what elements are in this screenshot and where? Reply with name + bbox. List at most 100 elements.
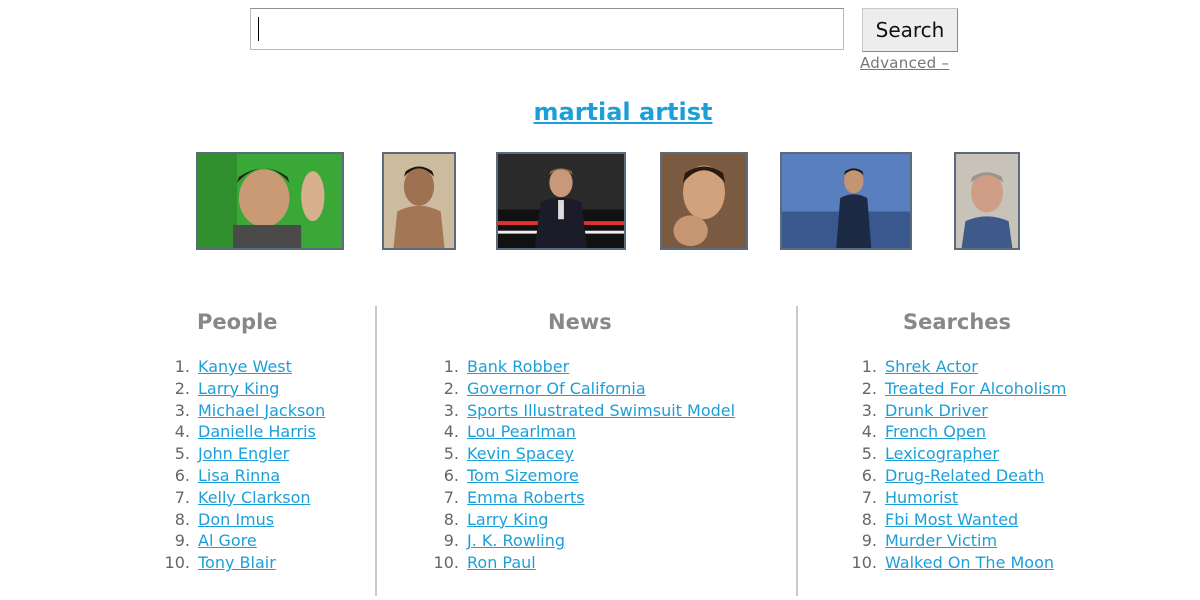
searches-heading: Searches — [903, 310, 1012, 334]
list-number: 8. — [861, 509, 877, 529]
list-number: 10. — [433, 553, 459, 573]
news-link[interactable]: Ron Paul — [467, 553, 536, 572]
list-number: 1. — [861, 357, 877, 376]
list-item: 6. Lisa Rinna — [156, 465, 325, 487]
list-item: 1. Kanye West — [156, 356, 325, 378]
person-thumbnail-4[interactable] — [660, 152, 748, 250]
people-link[interactable]: Larry King — [198, 379, 279, 398]
searches-link[interactable]: Humorist — [885, 488, 958, 507]
person-thumbnail-1[interactable] — [196, 152, 344, 250]
person-thumbnail-3[interactable] — [496, 152, 626, 250]
news-link[interactable]: Bank Robber — [467, 357, 569, 376]
people-link[interactable]: Tony Blair — [198, 553, 276, 572]
list-item: 2. Larry King — [156, 378, 325, 400]
list-number: 3. — [443, 400, 459, 420]
people-link[interactable]: John Engler — [198, 444, 289, 463]
list-item: 7. Kelly Clarkson — [156, 487, 325, 509]
column-divider — [796, 306, 798, 596]
searches-link[interactable]: Shrek Actor — [885, 357, 978, 376]
list-number: 5. — [861, 444, 877, 464]
people-link[interactable]: Don Imus — [198, 510, 274, 529]
news-link[interactable]: Kevin Spacey — [467, 444, 574, 463]
searches-link[interactable]: Drug-Related Death — [885, 466, 1044, 485]
list-number: 7. — [174, 487, 190, 507]
list-number: 2. — [174, 378, 190, 398]
list-number: 10. — [164, 553, 190, 573]
column-divider — [375, 306, 377, 596]
list-item: 7. Humorist — [843, 487, 1066, 509]
list-item: 8. Fbi Most Wanted — [843, 509, 1066, 531]
people-link[interactable]: Lisa Rinna — [198, 466, 280, 485]
person-photo-image — [384, 154, 454, 248]
news-list: 1. Bank Robber 2. Governor Of California 3… — [425, 356, 736, 574]
list-item: 6. Drug-Related Death — [843, 465, 1066, 487]
people-link[interactable]: Al Gore — [198, 531, 257, 550]
list-item: 4. French Open — [843, 421, 1066, 443]
list-number: 8. — [174, 509, 190, 529]
people-link[interactable]: Michael Jackson — [198, 401, 325, 420]
list-number: 6. — [861, 465, 877, 485]
list-number: 7. — [861, 487, 877, 507]
text-cursor — [258, 17, 259, 41]
searches-link[interactable]: Murder Victim — [885, 531, 997, 550]
news-link[interactable]: Tom Sizemore — [467, 466, 579, 485]
news-link[interactable]: J. K. Rowling — [467, 531, 565, 550]
list-item: 6. Tom Sizemore — [425, 465, 735, 487]
people-link[interactable]: Danielle Harris — [198, 422, 316, 441]
people-link[interactable]: Kanye West — [198, 357, 292, 376]
news-link[interactable]: Emma Roberts — [467, 488, 585, 507]
list-item: 10. Tony Blair — [156, 552, 325, 574]
list-number: 9. — [861, 531, 877, 551]
list-number: 4. — [443, 422, 459, 442]
list-number: 9. — [174, 531, 190, 551]
news-link[interactable]: Larry King — [467, 510, 548, 529]
person-thumbnail-2[interactable] — [382, 152, 456, 250]
list-item: 10. Ron Paul — [425, 552, 735, 574]
news-link[interactable]: Sports Illustrated Swimsuit Model — [467, 401, 735, 420]
list-number: 1. — [443, 357, 459, 376]
searches-link[interactable]: Treated For Alcoholism — [885, 379, 1066, 398]
list-item: 8. Larry King — [425, 509, 735, 531]
list-number: 2. — [861, 378, 877, 398]
searches-link[interactable]: Walked On The Moon — [885, 553, 1054, 572]
list-item: 3. Michael Jackson — [156, 400, 325, 422]
searches-link[interactable]: Drunk Driver — [885, 401, 988, 420]
searches-link[interactable]: Lexicographer — [885, 444, 999, 463]
list-item: 4. Lou Pearlman — [425, 421, 735, 443]
list-item: 5. Kevin Spacey — [425, 443, 735, 465]
person-thumbnail-6[interactable] — [954, 152, 1020, 250]
list-number: 3. — [861, 400, 877, 420]
news-link[interactable]: Governor Of California — [467, 379, 646, 398]
person-photo-image — [198, 154, 342, 248]
list-item: 7. Emma Roberts — [425, 487, 735, 509]
list-item: 1. Bank Robber — [425, 356, 735, 378]
topic-title-link[interactable]: martial artist — [0, 98, 1200, 126]
people-heading: People — [197, 310, 278, 334]
searches-link[interactable]: French Open — [885, 422, 986, 441]
searches-link[interactable]: Fbi Most Wanted — [885, 510, 1018, 529]
search-button[interactable]: Search — [862, 8, 958, 52]
advanced-search-link[interactable]: Advanced – — [860, 54, 949, 72]
news-heading: News — [548, 310, 612, 334]
search-input[interactable] — [250, 8, 844, 50]
people-list: 1. Kanye West 2. Larry King 3. Michael Jack… — [156, 356, 326, 574]
people-link[interactable]: Kelly Clarkson — [198, 488, 311, 507]
person-photo-image — [662, 154, 746, 248]
list-number: 4. — [174, 422, 190, 442]
person-thumbnail-5[interactable] — [780, 152, 912, 250]
list-item: 2. Treated For Alcoholism — [843, 378, 1067, 400]
person-photo-image — [498, 154, 624, 248]
list-item: 8. Don Imus — [156, 509, 325, 531]
list-item: 9. Murder Victim — [843, 530, 1066, 552]
list-item: 9. J. K. Rowling — [425, 530, 735, 552]
list-number: 9. — [443, 531, 459, 551]
list-number: 4. — [861, 422, 877, 442]
news-link[interactable]: Lou Pearlman — [467, 422, 576, 441]
list-item: 3. Drunk Driver — [843, 400, 1066, 422]
list-item: 2. Governor Of California — [425, 378, 735, 400]
list-item: 9. Al Gore — [156, 530, 325, 552]
list-item: 5. Lexicographer — [843, 443, 1066, 465]
list-item: 10. Walked On The Moon — [843, 552, 1066, 574]
list-number: 5. — [174, 444, 190, 464]
list-item: 5. John Engler — [156, 443, 325, 465]
